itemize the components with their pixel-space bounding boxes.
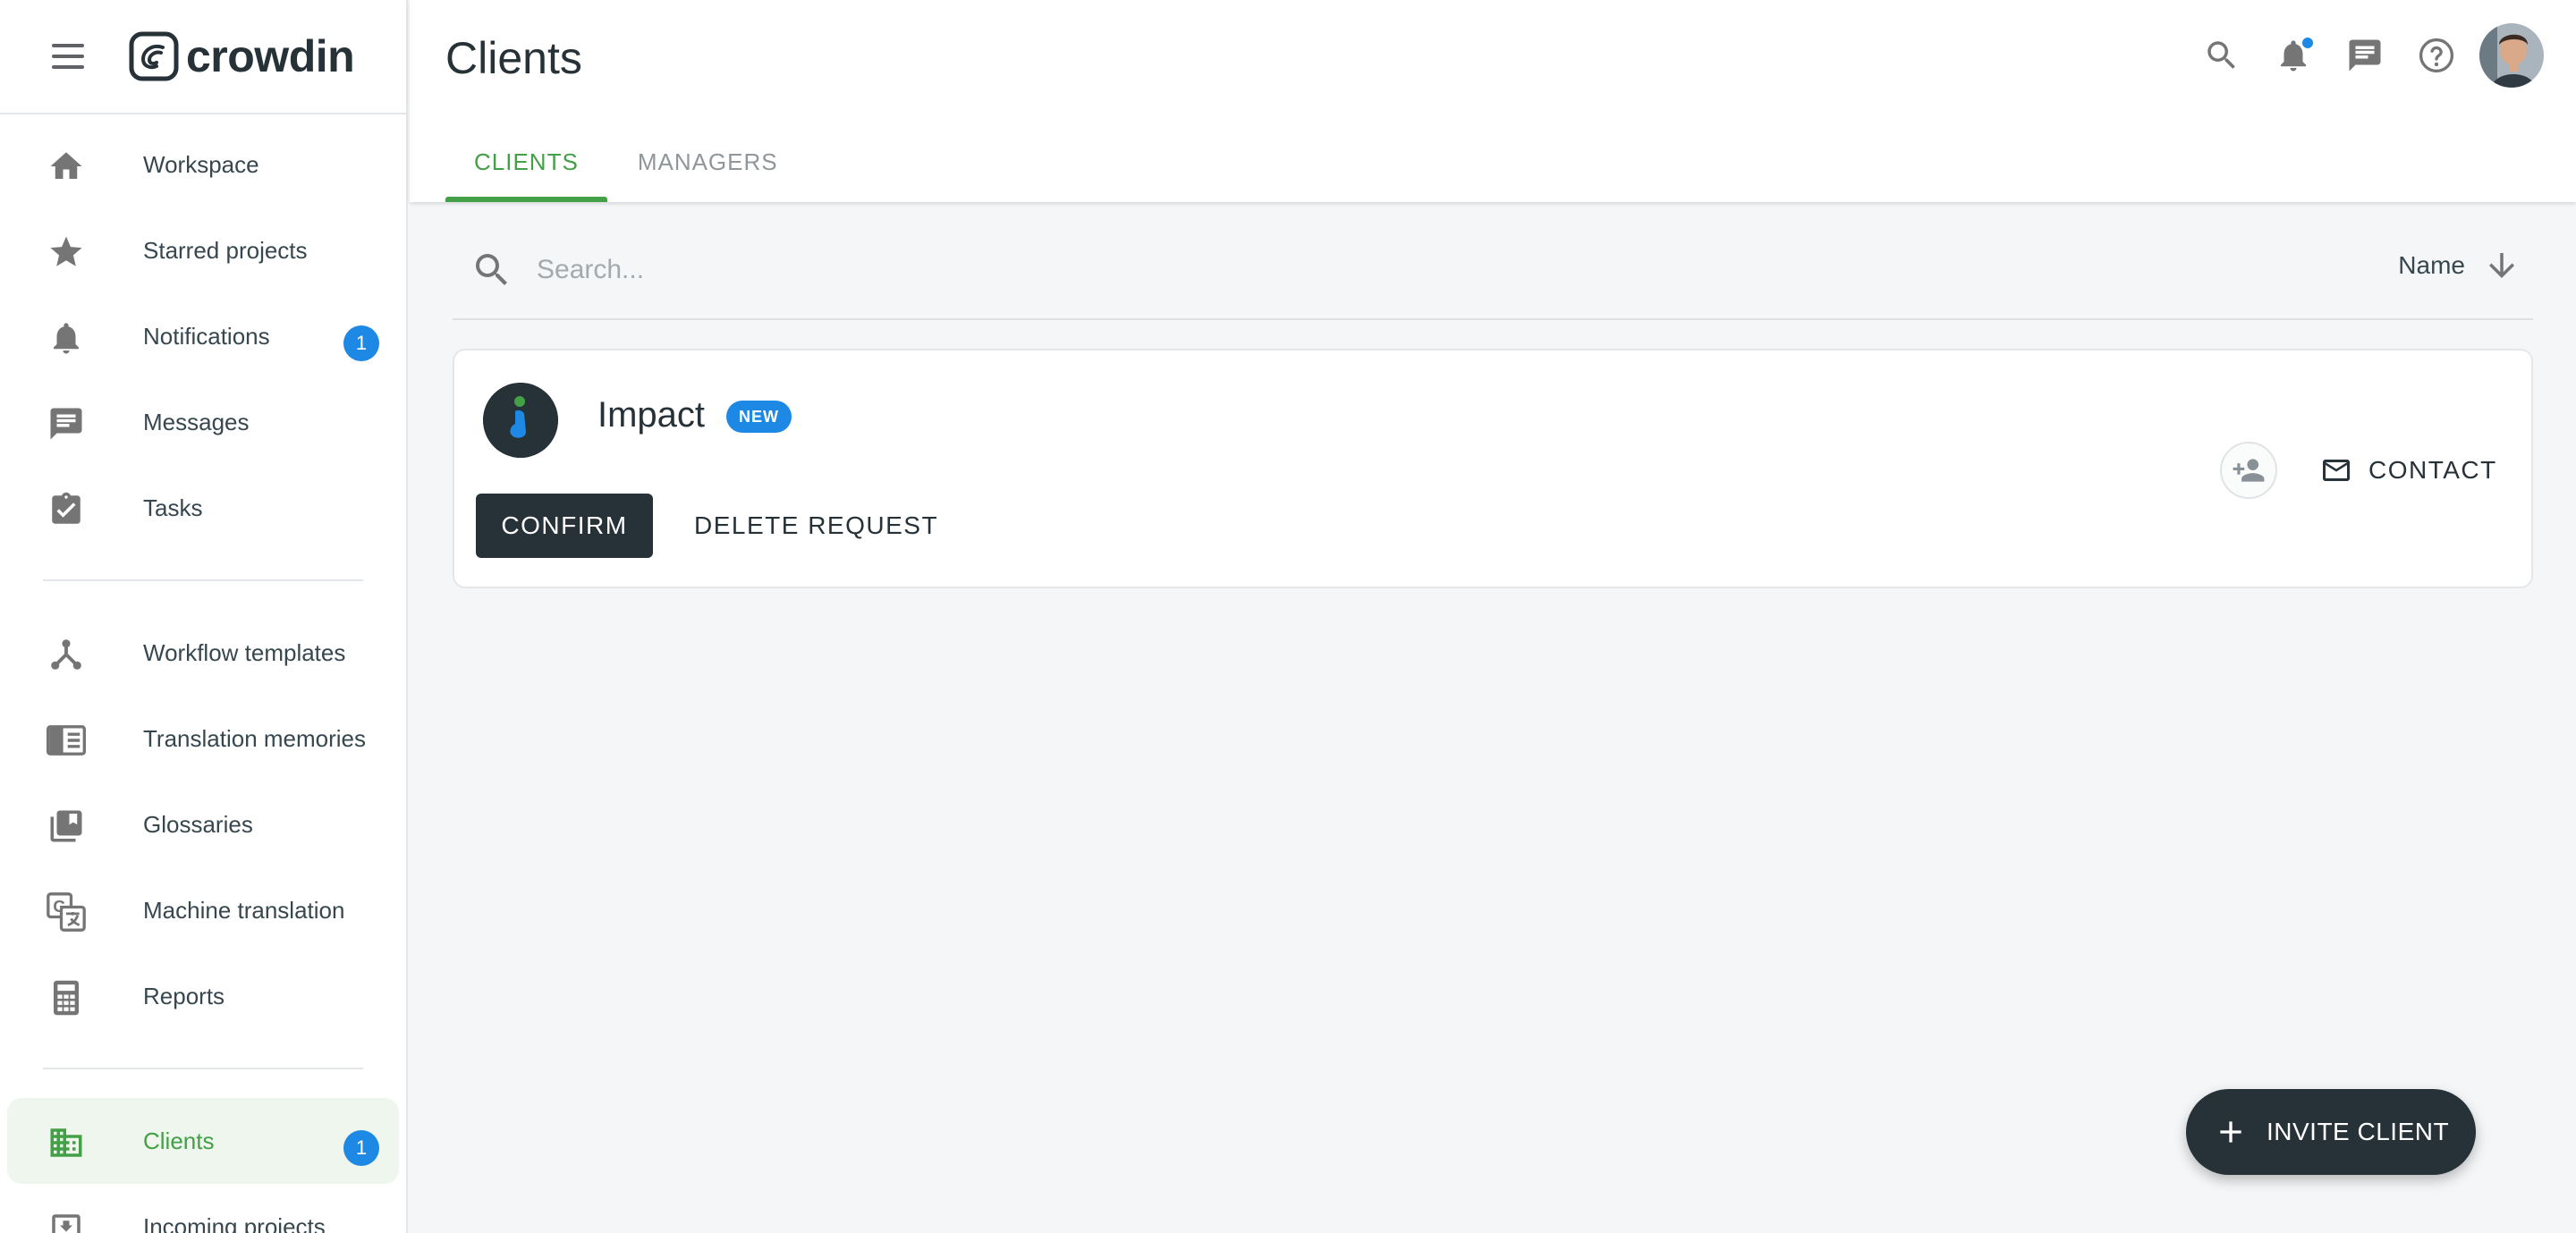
sidebar-item-label: Translation memories (143, 724, 367, 752)
sidebar-item-workspace[interactable]: Workspace (0, 122, 406, 207)
search-button[interactable] (2186, 20, 2258, 91)
sidebar-item-incoming-projects[interactable]: Incoming projects (0, 1184, 406, 1233)
crowdin-logo-icon (129, 31, 179, 81)
sidebar-item-label: Clients (143, 1127, 215, 1154)
client-logo (483, 383, 558, 458)
confirm-button[interactable]: CONFIRM (476, 494, 653, 558)
sidebar-divider (43, 579, 363, 581)
sidebar-item-label: Notifications (143, 322, 270, 350)
crowdin-logo[interactable]: crowdin (129, 30, 355, 82)
contact-label: CONTACT (2368, 456, 2497, 484)
client-name: Impact (597, 395, 706, 435)
sidebar-item-label: Messages (143, 408, 250, 435)
sidebar-item-label: Workflow templates (143, 638, 346, 666)
sidebar: crowdin Workspace Starred projects Notif… (0, 0, 408, 1233)
bell-icon (47, 318, 86, 358)
sidebar-item-label: Reports (143, 982, 225, 1009)
calculator-icon (47, 978, 86, 1018)
sidebar-item-tasks[interactable]: Tasks (0, 465, 406, 551)
mail-icon (2323, 460, 2350, 481)
sidebar-item-label: Tasks (143, 494, 203, 521)
page-title: Clients (445, 33, 582, 83)
home-icon (47, 147, 86, 186)
unread-dot (2301, 36, 2315, 50)
logo-text: crowdin (186, 31, 355, 81)
sidebar-item-reports[interactable]: Reports (0, 953, 406, 1039)
tasks-icon (47, 490, 86, 529)
sidebar-item-workflow-templates[interactable]: Workflow templates (0, 610, 406, 696)
sort-label: Name (2398, 251, 2465, 279)
delete-request-button[interactable]: DELETE REQUEST (673, 494, 960, 558)
invite-client-label: INVITE CLIENT (2267, 1118, 2450, 1145)
impact-logo-icon (483, 383, 558, 458)
sidebar-item-glossaries[interactable]: Glossaries (0, 781, 406, 867)
search-icon (476, 254, 507, 285)
contact-button[interactable]: CONTACT (2302, 438, 2515, 502)
new-badge: NEW (726, 401, 792, 433)
tab-clients[interactable]: CLIENTS (445, 122, 607, 202)
search-bar: Name (453, 222, 2533, 320)
clients-count-badge: 1 (343, 1130, 379, 1166)
sidebar-item-notifications[interactable]: Notifications 1 (0, 293, 406, 379)
sidebar-item-label: Incoming projects (143, 1212, 326, 1233)
inbox-icon (47, 1209, 86, 1233)
building-icon (47, 1123, 86, 1162)
message-icon (2349, 39, 2381, 72)
sidebar-item-label: Glossaries (143, 810, 253, 838)
sidebar-item-label: Machine translation (143, 896, 345, 924)
notifications-button[interactable] (2258, 20, 2329, 91)
sidebar-item-label: Starred projects (143, 236, 308, 264)
sidebar-nav-clients: Clients 1 Incoming projects (0, 1098, 406, 1233)
sidebar-item-messages[interactable]: Messages (0, 379, 406, 465)
sidebar-nav-resources: Workflow templates Translation memories … (0, 610, 406, 1039)
sidebar-item-label: Workspace (143, 150, 259, 178)
sidebar-item-clients[interactable]: Clients 1 (7, 1098, 399, 1184)
page-header: Clients CLIENTS MANAGERS (410, 0, 2576, 202)
avatar[interactable] (2479, 23, 2544, 88)
workflow-icon (47, 635, 86, 674)
notification-count-badge: 1 (343, 325, 379, 361)
person-add-icon (2233, 459, 2265, 482)
glossary-icon (47, 807, 86, 846)
sidebar-item-starred-projects[interactable]: Starred projects (0, 207, 406, 293)
tab-managers[interactable]: MANAGERS (609, 122, 807, 202)
tab-bar: CLIENTS MANAGERS (445, 122, 809, 202)
sidebar-divider (43, 1068, 363, 1069)
sidebar-item-translation-memories[interactable]: Translation memories (0, 696, 406, 781)
translation-memory-icon (47, 721, 86, 760)
help-button[interactable] (2401, 20, 2472, 91)
arrow-down-icon (2489, 253, 2514, 278)
help-icon (2419, 38, 2454, 73)
messages-button[interactable] (2329, 20, 2401, 91)
add-manager-button[interactable] (2220, 442, 2277, 499)
machine-translation-icon: G (47, 892, 86, 932)
sort-control[interactable]: Name (2398, 247, 2521, 284)
header-actions (2186, 20, 2544, 91)
message-icon (47, 404, 86, 443)
sidebar-item-machine-translation[interactable]: G Machine translation (0, 867, 406, 953)
sidebar-header: crowdin (0, 0, 406, 114)
plus-icon (2220, 1121, 2241, 1143)
menu-icon[interactable] (47, 35, 89, 78)
search-icon (2207, 41, 2235, 69)
client-card: Impact NEW CONFIRM DELETE REQUEST CONTAC… (453, 349, 2533, 588)
star-icon (47, 232, 86, 272)
invite-client-button[interactable]: INVITE CLIENT (2186, 1089, 2476, 1175)
search-input[interactable] (537, 245, 1789, 295)
sidebar-nav: Workspace Starred projects Notifications… (0, 114, 406, 551)
user-photo-icon (2479, 23, 2544, 88)
